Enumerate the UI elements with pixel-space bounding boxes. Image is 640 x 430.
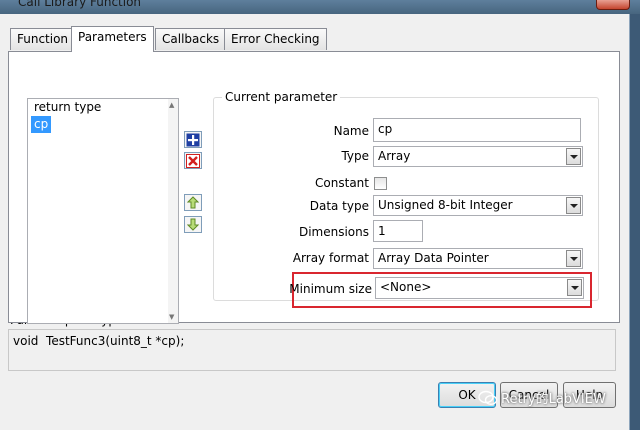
type-select[interactable]: Array <box>373 146 583 167</box>
list-item-label: cp <box>31 116 52 133</box>
chevron-down-icon[interactable] <box>566 197 581 214</box>
tab-label: Error Checking <box>231 32 320 46</box>
ok-label: OK <box>458 388 476 402</box>
array-format-select[interactable]: Array Data Pointer <box>373 248 583 269</box>
watermark: Retry的LabVIEW <box>478 388 606 407</box>
parameter-list[interactable]: return type cp ▲ ▼ <box>27 98 179 324</box>
move-up-icon <box>187 196 199 209</box>
tab-label: Parameters <box>78 30 147 44</box>
prototype-box: void TestFunc3(uint8_t *cp); <box>8 329 616 371</box>
delete-icon <box>186 153 200 168</box>
tab-callbacks[interactable]: Callbacks <box>155 28 227 50</box>
array-format-label: Array format <box>292 251 369 265</box>
tab-label: Function <box>17 32 69 46</box>
tab-function[interactable]: Function <box>10 28 76 50</box>
dialog-body: Function Parameters Callbacks Error Chec… <box>0 14 630 430</box>
data-type-select[interactable]: Unsigned 8-bit Integer <box>373 195 583 216</box>
list-scrollbar[interactable]: ▲ ▼ <box>168 99 178 323</box>
constant-checkbox[interactable] <box>374 177 387 190</box>
minimum-size-value: <None> <box>380 280 432 294</box>
dimensions-label: Dimensions <box>298 225 369 239</box>
delete-parameter-button[interactable] <box>184 152 202 169</box>
parameters-panel: return type cp ▲ ▼ Current parameter Nam… <box>8 51 620 324</box>
name-value: cp <box>378 122 393 136</box>
wechat-icon <box>478 390 498 405</box>
chevron-down-icon[interactable] <box>566 250 581 267</box>
name-field[interactable]: cp <box>373 118 581 142</box>
add-parameter-button[interactable] <box>184 131 202 148</box>
type-value: Array <box>378 149 411 163</box>
add-icon <box>186 133 200 146</box>
data-type-value: Unsigned 8-bit Integer <box>378 198 513 212</box>
scroll-up-arrow-icon[interactable]: ▲ <box>169 101 174 109</box>
tab-error-checking[interactable]: Error Checking <box>224 28 327 50</box>
group-title: Current parameter <box>222 90 341 104</box>
list-item-label: return type <box>34 100 102 114</box>
dimensions-value: 1 <box>378 224 386 238</box>
list-item[interactable]: return type <box>28 99 178 116</box>
chevron-down-icon[interactable] <box>567 279 582 296</box>
list-item[interactable]: cp <box>28 116 178 133</box>
minimum-size-label: Minimum size <box>289 282 372 296</box>
move-down-icon <box>187 218 199 231</box>
prototype-text: void TestFunc3(uint8_t *cp); <box>13 334 185 348</box>
close-window-button[interactable] <box>596 0 630 10</box>
title-bar: Call Library Function <box>0 0 640 14</box>
chevron-down-icon[interactable] <box>566 148 581 165</box>
type-label: Type <box>341 149 369 163</box>
minimum-size-select[interactable]: <None> <box>375 277 584 299</box>
data-type-label: Data type <box>309 199 369 213</box>
tab-parameters[interactable]: Parameters <box>71 26 154 52</box>
watermark-text: Retry的LabVIEW <box>501 392 606 407</box>
array-format-value: Array Data Pointer <box>378 251 489 265</box>
name-label: Name <box>333 124 369 138</box>
scroll-down-arrow-icon[interactable]: ▼ <box>169 313 174 321</box>
window-title: Call Library Function <box>18 0 142 9</box>
constant-label: Constant <box>315 176 369 190</box>
move-up-button[interactable] <box>184 194 202 211</box>
tab-label: Callbacks <box>162 32 220 46</box>
move-down-button[interactable] <box>184 216 202 233</box>
dimensions-field[interactable]: 1 <box>373 220 423 242</box>
